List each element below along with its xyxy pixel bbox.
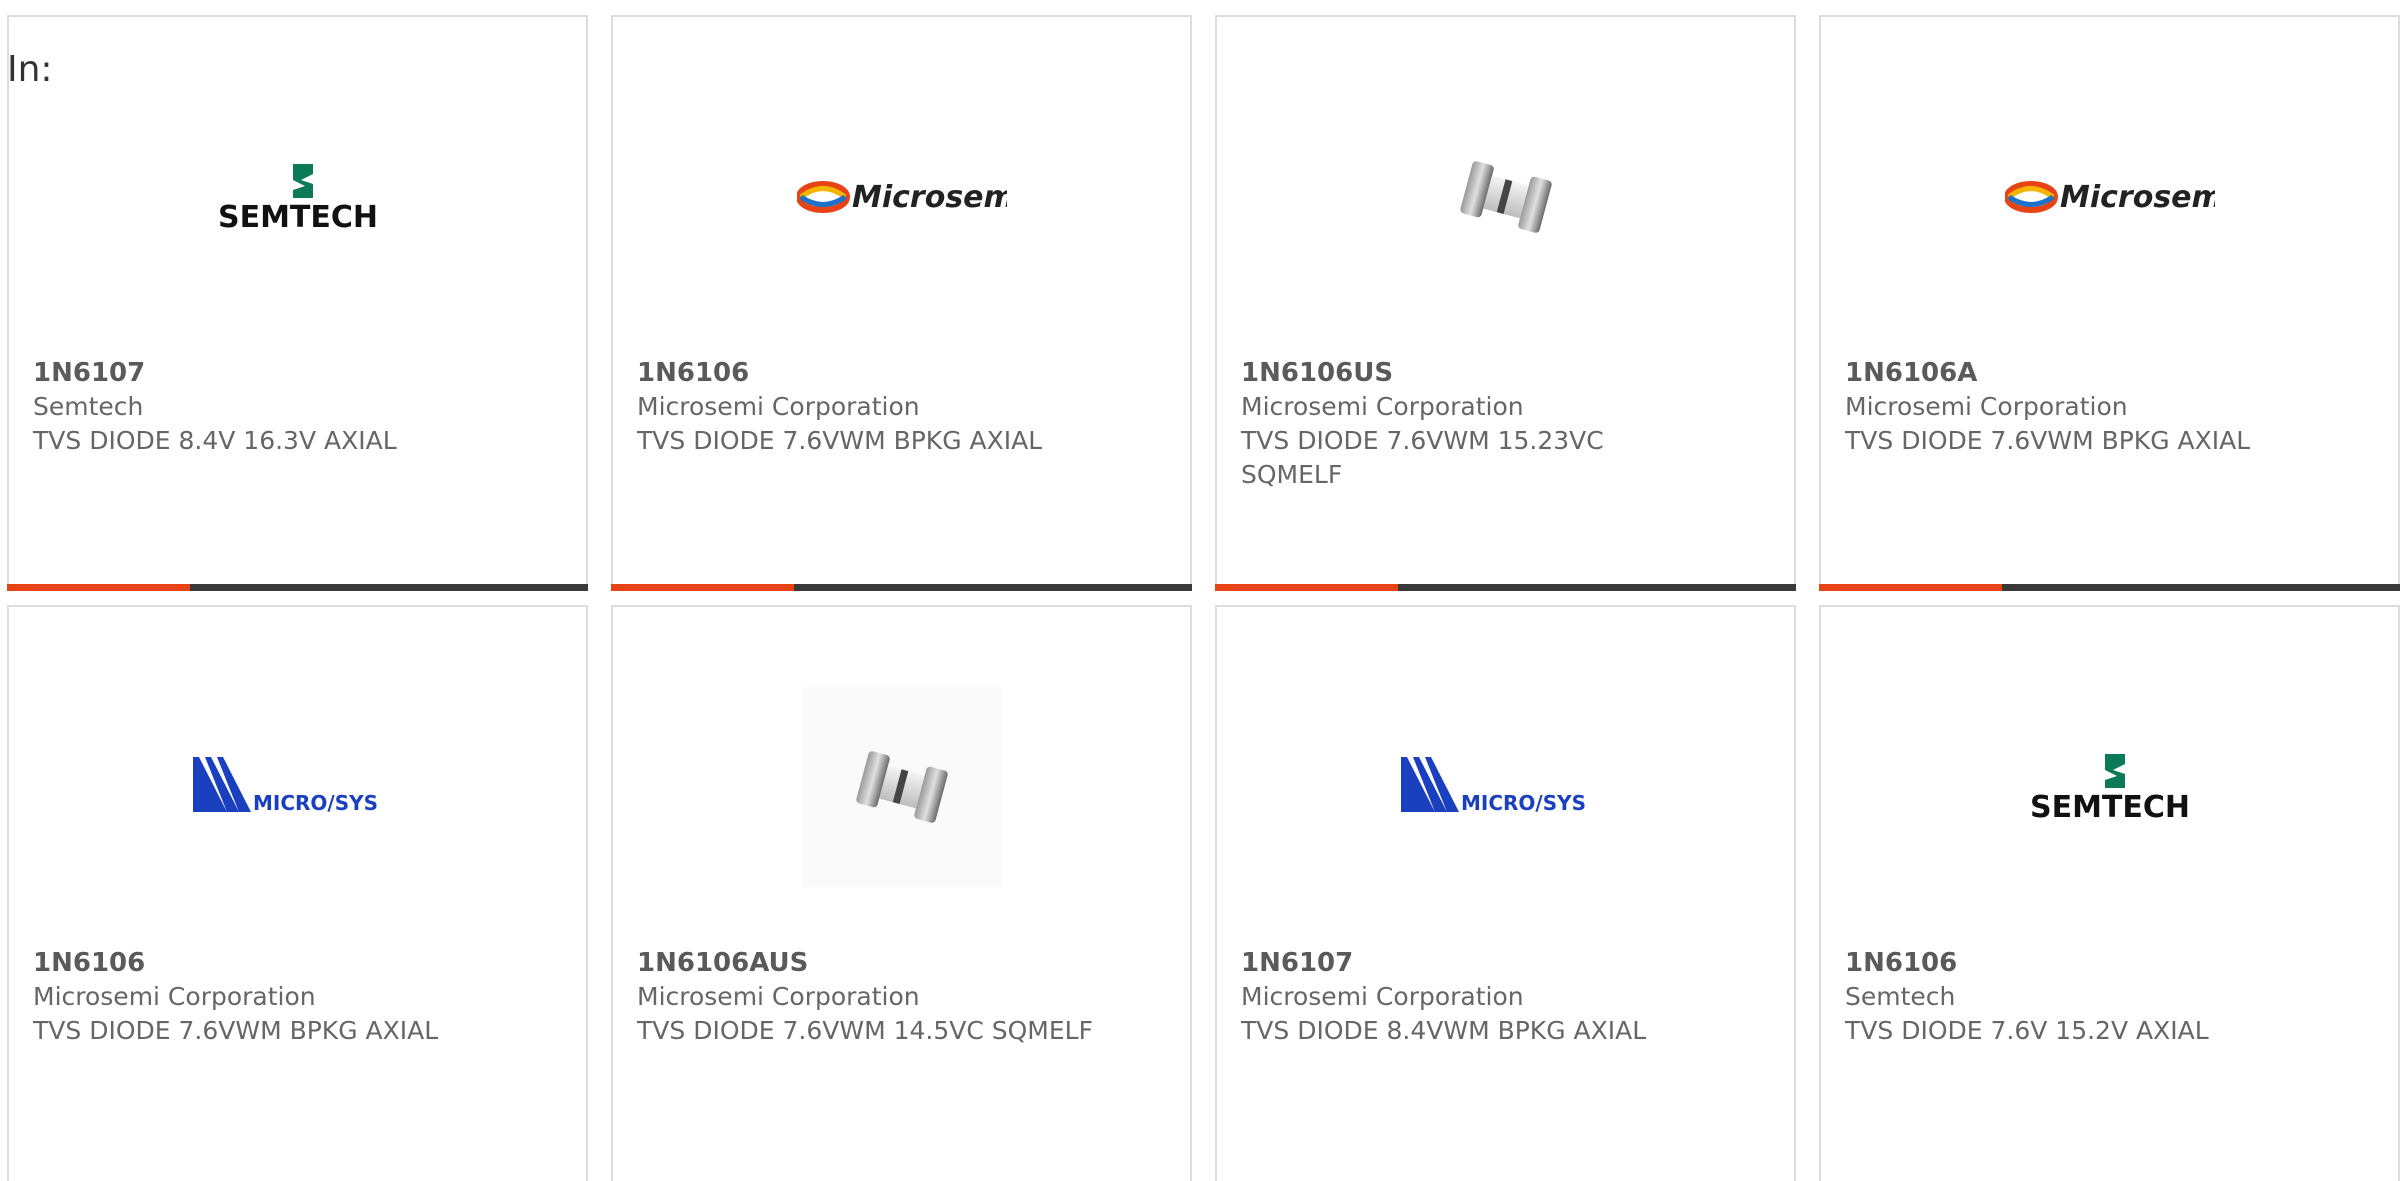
diode-photo [613, 662, 1190, 912]
product-description: TVS DIODE 7.6VWM 15.23VC SQMELF [1241, 426, 1604, 489]
svg-text:Microsemi: Microsemi [852, 180, 1007, 215]
product-grid: SEMTECH 1N6107 Semtech TVS DIODE 8.4V 16… [7, 15, 2400, 1181]
product-description: TVS DIODE 7.6VWM BPKG AXIAL [637, 426, 1043, 455]
diode-photo [1217, 72, 1794, 322]
product-description: TVS DIODE 7.6VWM BPKG AXIAL [1845, 426, 2251, 455]
svg-text:SEMTECH: SEMTECH [217, 200, 377, 232]
semtech-logo: SEMTECH [9, 72, 586, 322]
card-footer-bar [1819, 584, 2400, 591]
microsemi-logo: Microsemi [613, 72, 1190, 322]
part-number[interactable]: 1N6106A [1845, 356, 2374, 390]
card-footer-bar [1215, 584, 1796, 591]
manufacturer-name: Microsemi Corporation [1241, 982, 1524, 1011]
product-description: TVS DIODE 8.4VWM BPKG AXIAL [1241, 1016, 1647, 1045]
product-card[interactable]: Microsemi 1N6106A Microsemi Corporation … [1819, 15, 2400, 591]
product-card[interactable]: SEMTECH 1N6107 Semtech TVS DIODE 8.4V 16… [7, 15, 588, 591]
part-number[interactable]: 1N6106 [33, 946, 562, 980]
product-description: TVS DIODE 7.6VWM BPKG AXIAL [33, 1016, 439, 1045]
product-card[interactable]: MICRO/SYS 1N6107 Microsemi Corporation T… [1215, 605, 1796, 1181]
part-number[interactable]: 1N6106 [637, 356, 1166, 390]
svg-text:Microsemi: Microsemi [2060, 180, 2215, 215]
product-card[interactable]: Microsemi 1N6106 Microsemi Corporation T… [611, 15, 1192, 591]
product-card[interactable]: MICRO/SYS 1N6106 Microsemi Corporation T… [7, 605, 588, 1181]
accent-stripe [1819, 584, 2002, 591]
manufacturer-name: Semtech [1845, 982, 1956, 1011]
manufacturer-name: Microsemi Corporation [637, 392, 920, 421]
part-number[interactable]: 1N6106US [1241, 356, 1770, 390]
manufacturer-name: Microsemi Corporation [637, 982, 920, 1011]
svg-text:MICRO/SYS: MICRO/SYS [253, 791, 378, 815]
product-card[interactable]: SEMTECH 1N6106 Semtech TVS DIODE 7.6V 15… [1819, 605, 2400, 1181]
product-description: TVS DIODE 7.6V 15.2V AXIAL [1845, 1016, 2209, 1045]
svg-text:MICRO/SYS: MICRO/SYS [1461, 791, 1586, 815]
accent-stripe [1215, 584, 1398, 591]
part-number[interactable]: 1N6106AUS [637, 946, 1166, 980]
accent-stripe [7, 584, 190, 591]
part-number[interactable]: 1N6107 [1241, 946, 1770, 980]
manufacturer-name: Microsemi Corporation [1845, 392, 2128, 421]
part-number[interactable]: 1N6106 [1845, 946, 2374, 980]
microsys-logo: MICRO/SYS [1217, 662, 1794, 912]
product-description: TVS DIODE 7.6VWM 14.5VC SQMELF [637, 1016, 1093, 1045]
manufacturer-name: Microsemi Corporation [1241, 392, 1524, 421]
product-card[interactable]: 1N6106US Microsemi Corporation TVS DIODE… [1215, 15, 1796, 591]
product-description: TVS DIODE 8.4V 16.3V AXIAL [33, 426, 397, 455]
card-footer-bar [7, 584, 588, 591]
manufacturer-name: Microsemi Corporation [33, 982, 316, 1011]
semtech-logo: SEMTECH [1821, 662, 2398, 912]
accent-stripe [611, 584, 794, 591]
microsemi-logo: Microsemi [1821, 72, 2398, 322]
product-card[interactable]: 1N6106AUS Microsemi Corporation TVS DIOD… [611, 605, 1192, 1181]
card-footer-bar [611, 584, 1192, 591]
microsys-logo: MICRO/SYS [9, 662, 586, 912]
svg-text:SEMTECH: SEMTECH [2029, 790, 2189, 822]
manufacturer-name: Semtech [33, 392, 144, 421]
filter-in-label: In: [7, 49, 53, 90]
part-number[interactable]: 1N6107 [33, 356, 562, 390]
